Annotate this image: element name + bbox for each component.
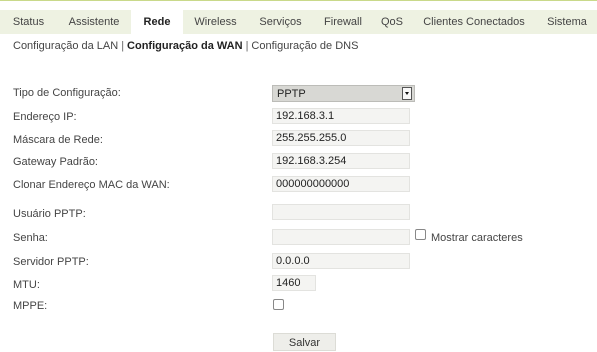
tab-wireless[interactable]: Wireless <box>183 10 248 34</box>
ip-address-input[interactable] <box>272 108 410 124</box>
tab-qos[interactable]: QoS <box>373 10 411 34</box>
tab-firewall[interactable]: Firewall <box>313 10 373 34</box>
main-tab-bar: Status Assistente Rede Wireless Serviços… <box>0 10 597 34</box>
config-type-select[interactable]: PPTP <box>272 85 415 102</box>
mppe-label: MPPE: <box>13 300 48 312</box>
pptp-server-label: Servidor PPTP: <box>13 256 89 268</box>
clone-mac-input[interactable] <box>272 176 410 192</box>
top-accent-line <box>0 0 597 6</box>
pptp-user-label: Usuário PPTP: <box>13 208 86 220</box>
password-label: Senha: <box>13 232 48 244</box>
config-type-selected-value: PPTP <box>277 88 306 100</box>
subnav-lan-link[interactable]: Configuração da LAN <box>13 40 118 52</box>
subnet-mask-input[interactable] <box>272 130 410 146</box>
show-characters-label: Mostrar caracteres <box>431 232 523 244</box>
pptp-user-input[interactable] <box>272 204 410 220</box>
subnav-wan-link[interactable]: Configuração da WAN <box>127 40 243 52</box>
chevron-down-icon[interactable] <box>402 87 412 100</box>
pptp-server-input[interactable] <box>272 253 410 269</box>
tab-sistema[interactable]: Sistema <box>537 10 597 34</box>
mppe-checkbox[interactable] <box>273 299 284 310</box>
gateway-label: Gateway Padrão: <box>13 156 98 168</box>
show-characters-checkbox[interactable] <box>415 229 426 240</box>
mtu-label: MTU: <box>13 279 40 291</box>
password-input[interactable] <box>272 229 410 245</box>
subnav-separator: | <box>121 40 125 52</box>
mtu-input[interactable] <box>272 275 316 291</box>
ip-address-label: Endereço IP: <box>13 111 77 123</box>
tab-status[interactable]: Status <box>0 10 57 34</box>
gateway-input[interactable] <box>272 153 410 169</box>
tab-clientes-conectados[interactable]: Clientes Conectados <box>411 10 537 34</box>
tab-servicos[interactable]: Serviços <box>248 10 313 34</box>
save-button[interactable]: Salvar <box>273 333 336 351</box>
subnav-dns-link[interactable]: Configuração de DNS <box>251 40 358 52</box>
clone-mac-label: Clonar Endereço MAC da WAN: <box>13 179 170 191</box>
tab-assistente[interactable]: Assistente <box>57 10 131 34</box>
tab-rede[interactable]: Rede <box>131 10 183 34</box>
config-type-label: Tipo de Configuração: <box>13 87 121 99</box>
subnet-mask-label: Máscara de Rede: <box>13 134 103 146</box>
sub-navigation: Configuração da LAN | Configuração da WAN |… <box>13 40 358 52</box>
